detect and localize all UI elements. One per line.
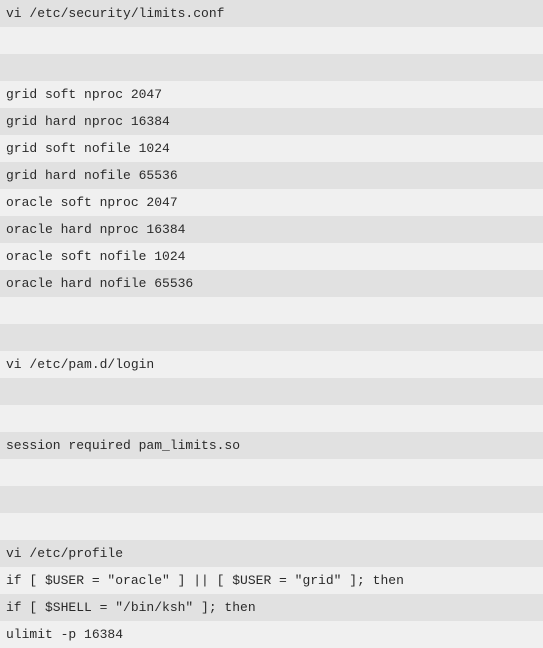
code-line: [0, 378, 543, 405]
code-line: grid hard nofile 65536: [0, 162, 543, 189]
code-line: if [ $USER = "oracle" ] || [ $USER = "gr…: [0, 567, 543, 594]
code-line: oracle hard nofile 65536: [0, 270, 543, 297]
code-line: oracle soft nproc 2047: [0, 189, 543, 216]
code-line: oracle hard nproc 16384: [0, 216, 543, 243]
code-line: [0, 513, 543, 540]
code-line: grid soft nproc 2047: [0, 81, 543, 108]
code-line: if [ $SHELL = "/bin/ksh" ]; then: [0, 594, 543, 621]
code-listing: vi /etc/security/limits.conf grid soft np…: [0, 0, 543, 648]
code-line: [0, 297, 543, 324]
code-line: [0, 324, 543, 351]
code-line: [0, 27, 543, 54]
code-line: [0, 405, 543, 432]
code-line: oracle soft nofile 1024: [0, 243, 543, 270]
code-line: vi /etc/profile: [0, 540, 543, 567]
code-line: grid soft nofile 1024: [0, 135, 543, 162]
code-line: vi /etc/security/limits.conf: [0, 0, 543, 27]
code-line: ulimit -p 16384: [0, 621, 543, 648]
code-line: [0, 459, 543, 486]
code-line: grid hard nproc 16384: [0, 108, 543, 135]
code-line: session required pam_limits.so: [0, 432, 543, 459]
code-line: [0, 54, 543, 81]
code-line: vi /etc/pam.d/login: [0, 351, 543, 378]
code-line: [0, 486, 543, 513]
